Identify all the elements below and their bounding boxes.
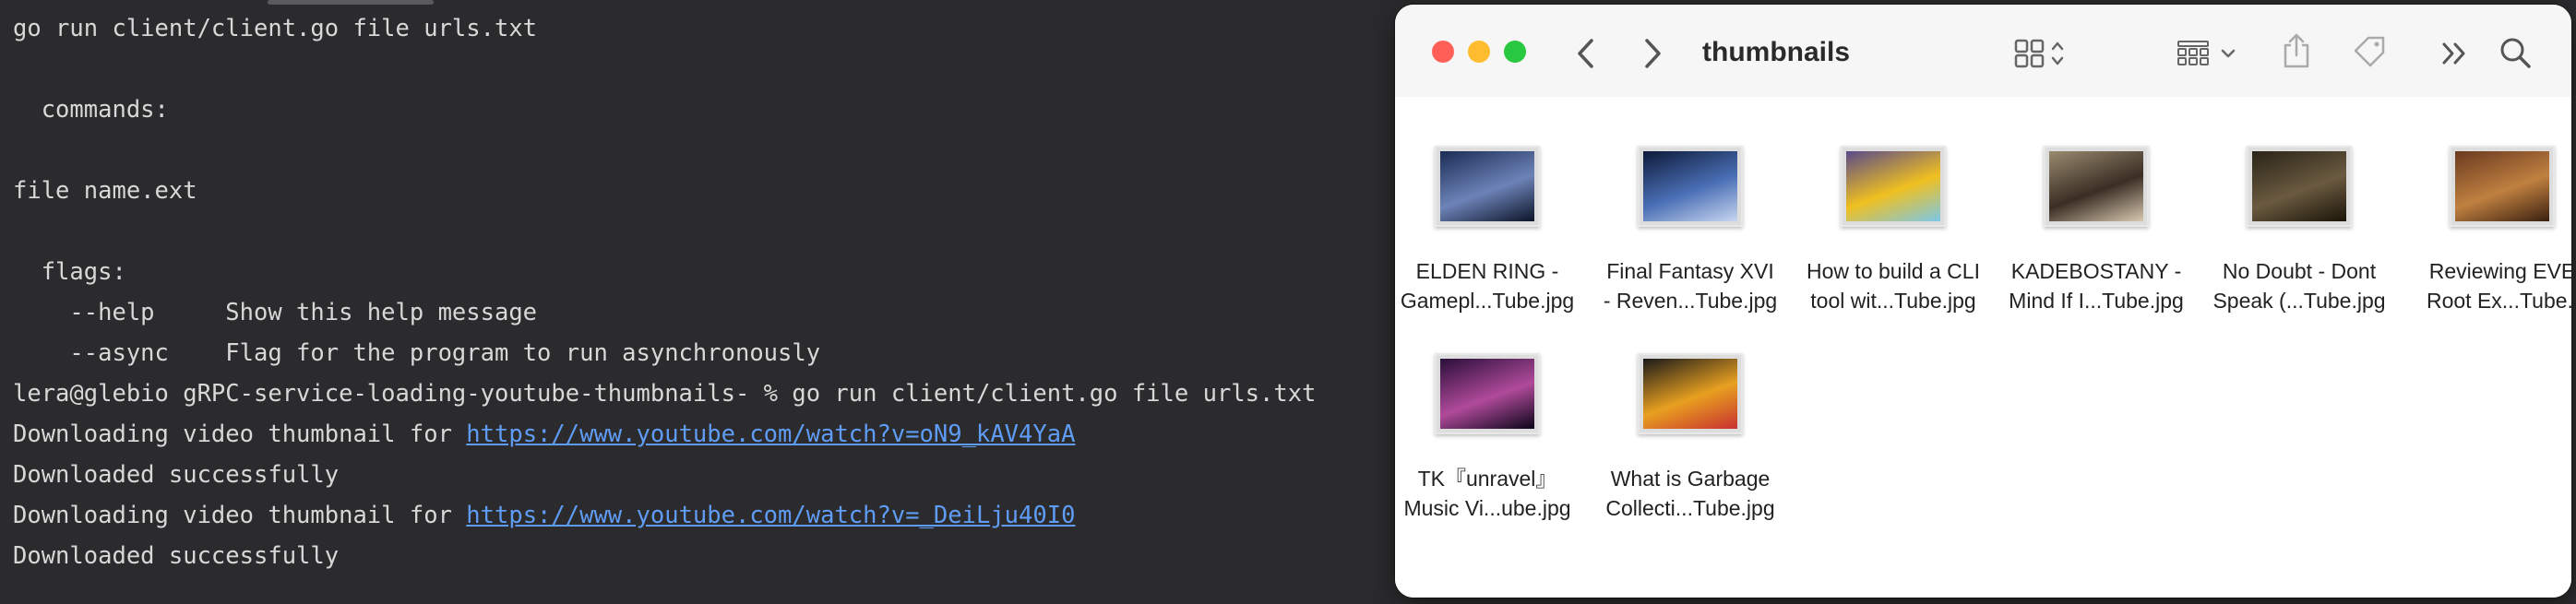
download-prefix: Downloading video thumbnail for [13,420,467,448]
terminal-prompt-line: lera@glebio gRPC-service-loading-youtube… [13,380,1317,408]
terminal-status-line: Downloaded successfully [13,542,340,570]
file-name: How to build a CLI tool wit...Tube.jpg [1807,259,1980,313]
back-icon[interactable] [1576,38,1596,69]
tag-icon[interactable] [2352,36,2389,69]
close-button[interactable] [1432,41,1454,63]
file-grid: ELDEN RING - Gamepl...Tube.jpg Final Fant… [1395,97,2571,598]
icon-view-icon[interactable] [2014,38,2066,69]
terminal-line: --async Flag for the program to run asyn… [13,339,821,367]
finder-toolbar: thumbnails [1395,5,2571,97]
file-item[interactable]: Final Fantasy XVI - Reven...Tube.jpg [1598,146,1801,339]
share-icon[interactable] [2281,32,2312,69]
thumbnail-image [2247,146,2352,227]
file-item[interactable]: What is Garbage Collecti...Tube.jpg [1598,353,1801,547]
thumbnail-image [1841,146,1946,227]
thumbnail-image [1638,353,1743,434]
file-name: KADEBOSTANY - Mind If I...Tube.jpg [2009,259,2184,313]
terminal-download-line: Downloading video thumbnail for https://… [13,416,1075,453]
minimize-button[interactable] [1468,41,1490,63]
file-item[interactable]: TK『unravel』 Music Vi...ube.jpg [1395,353,1598,547]
file-item[interactable]: ELDEN RING - Gamepl...Tube.jpg [1395,146,1598,339]
terminal-line: flags: [13,258,126,286]
file-item[interactable]: How to build a CLI tool wit...Tube.jpg [1801,146,2004,339]
finder-title: thumbnails [1702,37,1851,67]
thumbnail-image [1435,353,1540,434]
file-name: What is Garbage Collecti...Tube.jpg [1605,467,1775,520]
more-icon[interactable] [2440,41,2470,65]
maximize-button[interactable] [1504,41,1526,63]
terminal-scrollbar[interactable] [268,0,434,5]
finder-window[interactable]: thumbnails ELDEN RING - Gamepl...Tube.jp… [1395,5,2571,598]
download-prefix: Downloading video thumbnail for [13,502,467,529]
file-name: Reviewing EVE Root Ex...Tube.j [2426,259,2571,313]
forward-icon[interactable] [1642,38,1663,69]
file-name: ELDEN RING - Gamepl...Tube.jpg [1400,259,1575,313]
terminal-line: go run client/client.go file urls.txt [13,15,538,42]
file-name: Final Fantasy XVI - Reven...Tube.jpg [1603,259,1778,313]
thumbnail-image [2450,146,2555,227]
file-name: No Doubt - Dont Speak (...Tube.jpg [2212,259,2386,313]
terminal-status-line: Downloaded successfully [13,461,340,489]
video-link[interactable]: https://www.youtube.com/watch?v=oN9_kAV4… [466,420,1075,448]
terminal-line: commands: [13,96,169,124]
thumbnail-image [2044,146,2149,227]
thumbnail-image [1435,146,1540,227]
group-icon[interactable] [2176,40,2243,67]
file-item[interactable]: Reviewing EVE Root Ex...Tube.j [2410,146,2571,339]
terminal-line: --help Show this help message [13,299,538,326]
file-item[interactable]: No Doubt - Dont Speak (...Tube.jpg [2207,146,2410,339]
terminal-line: file name.ext [13,177,197,205]
search-icon[interactable] [2498,36,2534,71]
video-link[interactable]: https://www.youtube.com/watch?v=_DeiLju4… [466,502,1075,529]
file-name: TK『unravel』 Music Vi...ube.jpg [1403,467,1571,520]
file-item[interactable]: KADEBOSTANY - Mind If I...Tube.jpg [2004,146,2207,339]
thumbnail-image [1638,146,1743,227]
terminal-download-line: Downloading video thumbnail for https://… [13,497,1075,534]
